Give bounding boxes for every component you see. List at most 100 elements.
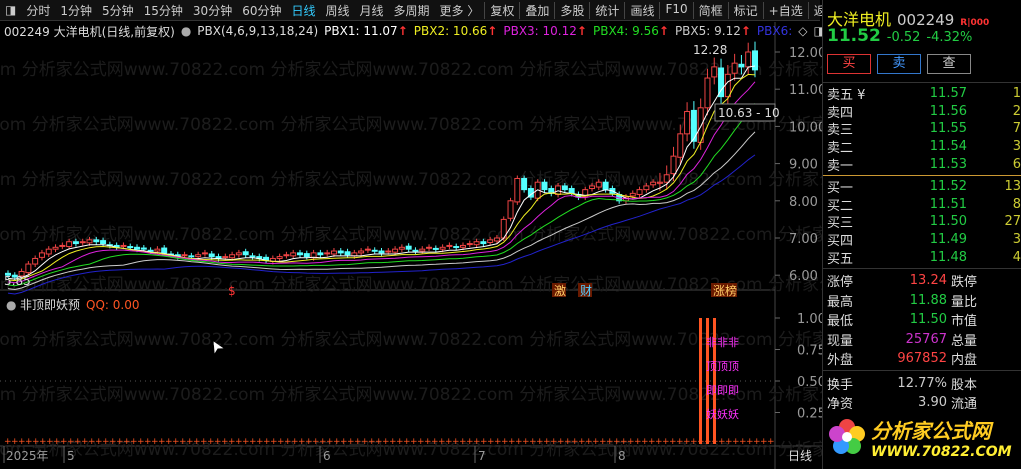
period-tab[interactable]: 月线 — [355, 2, 389, 19]
period-tab[interactable]: 分时 — [21, 2, 55, 19]
period-tab[interactable]: 1分钟 — [55, 2, 97, 19]
pbx-line — [7, 131, 756, 291]
query-button[interactable]: 查 — [927, 54, 971, 74]
sub-axis-label: 0.25 — [797, 407, 822, 422]
order-row: 卖一 11.53 6 — [823, 155, 1021, 174]
candle-body — [602, 181, 609, 191]
price-label: 9.00 — [789, 158, 818, 173]
candle-body — [181, 254, 188, 257]
toolbar-action-button[interactable]: 多股 — [554, 1, 589, 19]
candle-body — [561, 185, 568, 191]
period-tab[interactable]: 30分钟 — [188, 2, 237, 19]
order-row: 买一 11.52 13 — [823, 178, 1021, 196]
signal-text: 非非非 — [706, 336, 739, 349]
buy-button[interactable]: 买 — [827, 54, 871, 74]
stat-label: 最低 — [827, 314, 854, 330]
stat-row: 最低 11.50 市值 — [823, 310, 1021, 330]
toolbar-action-button[interactable]: +自选 — [762, 1, 808, 19]
candle-body — [670, 155, 677, 175]
price-change-pct: -4.32% — [926, 30, 973, 45]
diamond-icon: ◇ — [798, 24, 808, 38]
level-label: 买三 — [827, 216, 854, 232]
candle-body — [405, 245, 412, 250]
level-label: 买五 — [827, 251, 854, 267]
period-tab[interactable]: 5分钟 — [97, 2, 139, 19]
stat-label: 量比 — [951, 294, 978, 310]
candle-body — [392, 248, 399, 253]
level-price: 11.57 — [929, 86, 967, 102]
event-marker[interactable]: 财 — [580, 284, 592, 298]
candle-body — [487, 239, 494, 243]
sub-axis-label: 0.50 — [797, 375, 822, 390]
period-tab[interactable]: 日线 — [286, 2, 320, 19]
toolbar-action-button[interactable]: 简框 — [692, 1, 728, 19]
order-row: 买五 11.48 4 — [823, 248, 1021, 267]
period-tab[interactable]: 60分钟 — [237, 2, 286, 19]
price-label: 11.00 — [789, 83, 822, 98]
price-label: 10.00 — [789, 120, 822, 135]
indicator-info-bar: 002249 大洋电机(日线,前复权) ● PBX(4,6,9,13,18,24… — [0, 22, 825, 40]
crosshair-price: 10.63 - 10 — [718, 106, 780, 120]
kline-chart[interactable]: com 分析家公式网www.70822.com 分析家公式网www.70822.… — [0, 0, 822, 469]
event-marker[interactable]: 激 — [554, 284, 566, 298]
candle-body — [541, 181, 548, 191]
time-label: 8 — [618, 449, 626, 463]
stat-label: 跌停 — [951, 275, 978, 291]
level-label: 卖一 — [827, 158, 854, 174]
candle-body — [38, 252, 45, 258]
stat-label: 市值 — [951, 314, 978, 330]
indicator-dropdown-icon[interactable]: ● — [181, 24, 191, 38]
toolbar-action-button[interactable]: F10 — [659, 1, 692, 19]
candle-body — [473, 241, 480, 246]
period-tab[interactable]: 多周期 — [389, 2, 435, 19]
event-marker[interactable]: $ — [228, 284, 236, 298]
candle-body — [378, 250, 385, 254]
sub-indicator-dropdown-icon[interactable]: ● — [6, 298, 16, 312]
candle-body — [432, 247, 439, 250]
time-label: 6 — [323, 449, 331, 463]
pbx5-value: PBX5: 9.12↑ — [674, 24, 751, 38]
candle-body — [589, 185, 596, 190]
price-label: 12.00 — [789, 46, 822, 61]
toolbar-action-button[interactable]: 统计 — [589, 1, 624, 19]
period-toolbar: ◨ 分时 1分钟 5分钟 15分钟 30分钟 60分钟 日线 周线 月线 多周期 更多 〉 复权 叠加… — [0, 0, 838, 21]
level-volume: 8 — [1012, 196, 1021, 212]
candle-body — [154, 248, 161, 252]
candle-body — [330, 250, 337, 255]
toolbar-action-button[interactable]: 标记 — [727, 1, 763, 19]
stat-value: 13.24 — [909, 273, 947, 289]
toolbar-action-button[interactable]: 叠加 — [519, 1, 554, 19]
stat-value: 25767 — [905, 331, 947, 347]
signal-text: 妖妖妖 — [706, 407, 739, 421]
order-row: 买二 11.51 8 — [823, 196, 1021, 214]
candle-body — [684, 111, 691, 135]
stock-title: 002249 大洋电机(日线,前复权) — [4, 24, 175, 39]
ask-list: 卖五 ¥ 11.57 1 卖四 11.56 2 卖三 11.55 7 卖二 11.54 3 卖一 11.5… — [823, 85, 1021, 173]
logo-title: 分析家公式网 — [871, 418, 991, 443]
price-label: 6.00 — [789, 269, 818, 284]
stats-list: 涨停 13.24 跌停 最高 11.88 量比 最低 11.50 市值 现量 25767 总量 外盘 96… — [823, 271, 1021, 369]
period-tab[interactable]: 周线 — [321, 2, 355, 19]
level-label: 卖四 — [827, 105, 854, 121]
candle-body — [32, 257, 39, 265]
period-tab[interactable]: 更多 〉 — [435, 2, 485, 19]
sell-button[interactable]: 卖 — [877, 54, 921, 74]
indicator-name[interactable]: PBX(4,6,9,13,18,24) — [197, 24, 318, 38]
level-label: 买一 — [827, 181, 854, 197]
event-marker[interactable]: 涨榜 — [713, 283, 737, 298]
period-tab[interactable]: 15分钟 — [139, 2, 188, 19]
toolbar-action-button[interactable]: 复权 — [484, 1, 519, 19]
candle-body — [711, 66, 718, 78]
watermark: com 分析家公式网www.70822.com 分析家公式网www.70822.… — [0, 330, 822, 350]
price-label: 7.00 — [789, 232, 818, 247]
level-label: 卖五 ¥ — [827, 88, 866, 104]
toolbar-action-button[interactable]: 画线 — [624, 1, 659, 19]
candle-body — [364, 248, 371, 251]
candle-body — [426, 246, 433, 249]
pbx1-value: PBX1: 11.07↑ — [324, 24, 408, 38]
period-label[interactable]: 日线 — [788, 449, 812, 463]
candle-body — [398, 246, 405, 250]
candle-body — [521, 177, 528, 191]
sidebar-toggle-icon[interactable]: ◨ — [0, 3, 21, 17]
stat-row: 换手 12.77% 股本 — [823, 373, 1021, 393]
